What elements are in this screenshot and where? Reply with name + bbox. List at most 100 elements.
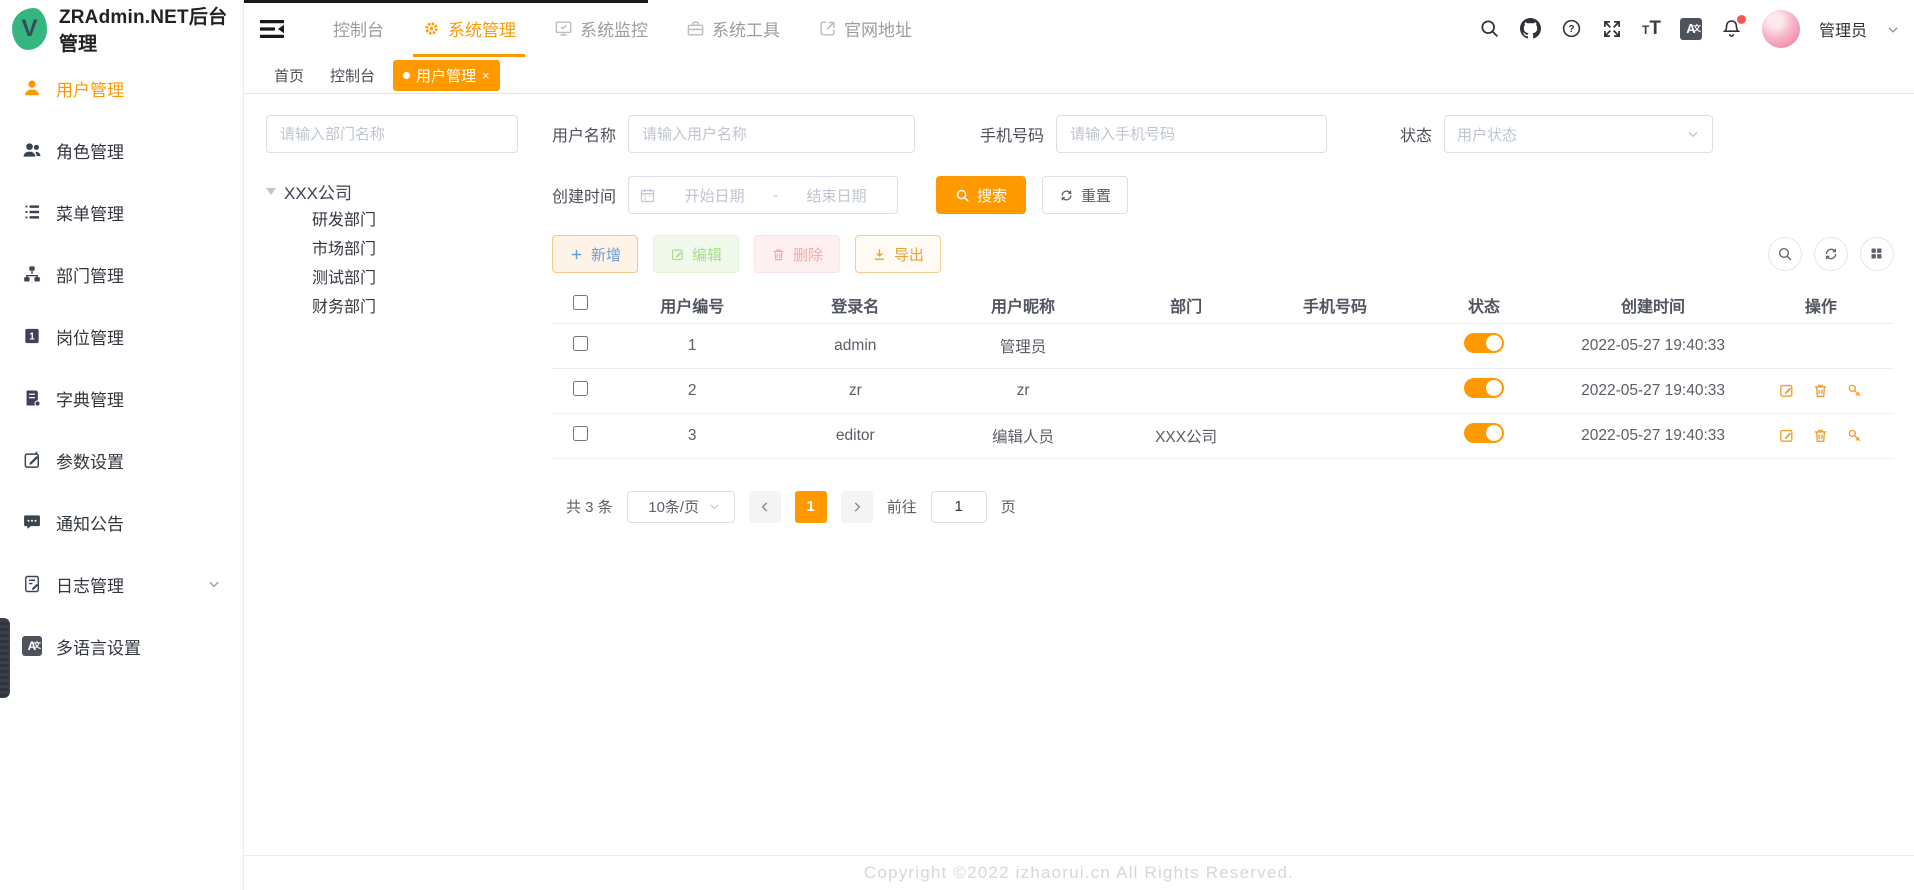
notification-badge — [1737, 15, 1746, 24]
tree-node-dept[interactable]: 研发部门 — [312, 206, 552, 235]
row-checkbox[interactable] — [573, 381, 588, 396]
sidebar-item-menus[interactable]: 菜单管理 — [0, 181, 243, 243]
status-toggle[interactable] — [1464, 333, 1504, 353]
tree-node-dept[interactable]: 财务部门 — [312, 293, 552, 322]
sidebar-item-label: 参数设置 — [56, 448, 124, 473]
goto-label: 前往 — [887, 496, 917, 517]
trash-icon — [771, 247, 786, 262]
select-all-checkbox[interactable] — [573, 295, 588, 310]
reset-button[interactable]: 重置 — [1042, 176, 1128, 214]
top-navbar: 控制台 系统管理 系统监控 — [244, 0, 1914, 57]
download-icon — [872, 247, 887, 262]
tab-label: 首页 — [274, 65, 304, 86]
row-reset-password-icon[interactable] — [1846, 427, 1863, 444]
translate-icon[interactable]: A文 — [1680, 18, 1702, 40]
phone-label: 手机号码 — [980, 122, 1044, 146]
add-button[interactable]: 新增 — [552, 235, 638, 273]
tree-node-dept[interactable]: 测试部门 — [312, 264, 552, 293]
user-avatar[interactable] — [1762, 10, 1800, 48]
department-tree-panel: XXX公司 研发部门 市场部门 测试部门 财务部门 — [266, 115, 552, 890]
nav-item-console[interactable]: 控制台 — [314, 0, 403, 57]
next-page-button[interactable] — [841, 491, 873, 523]
row-delete-icon[interactable] — [1812, 427, 1829, 444]
row-checkbox[interactable] — [573, 426, 588, 441]
toggle-search-button[interactable] — [1768, 237, 1802, 271]
nav-item-system-management[interactable]: 系统管理 — [403, 0, 535, 57]
search-button[interactable]: 搜索 — [936, 176, 1026, 214]
page-size-select[interactable]: 10条/页 — [627, 491, 735, 523]
tab-user-management[interactable]: 用户管理 × — [393, 60, 500, 91]
sidebar-item-posts[interactable]: 1 岗位管理 — [0, 305, 243, 367]
username-input[interactable] — [628, 115, 915, 153]
search-icon[interactable] — [1478, 18, 1500, 40]
table-header-row: 用户编号 登录名 用户昵称 部门 手机号码 状态 创建时间 操作 — [552, 287, 1894, 323]
sidebar-item-users[interactable]: 用户管理 — [0, 57, 243, 119]
sidebar-item-languages[interactable]: A文 多语言设置 — [0, 615, 243, 677]
status-toggle[interactable] — [1464, 423, 1504, 443]
department-tree: XXX公司 研发部门 市场部门 测试部门 财务部门 — [266, 176, 552, 322]
prev-page-button[interactable] — [749, 491, 781, 523]
col-header: 用户编号 — [608, 287, 776, 323]
tab-home[interactable]: 首页 — [266, 60, 312, 91]
notification-bell-icon[interactable] — [1721, 18, 1743, 40]
phone-input[interactable] — [1056, 115, 1327, 153]
cell-created: 2022-05-27 19:40:33 — [1558, 323, 1747, 368]
status-select[interactable]: 用户状态 — [1444, 115, 1713, 153]
filter-row-2: 创建时间 开始日期 - 结束日期 搜索 — [552, 176, 1894, 214]
user-table-panel: 用户名称 手机号码 状态 用户状态 创建时间 — [552, 115, 1894, 890]
row-checkbox[interactable] — [573, 336, 588, 351]
theme-drawer-handle[interactable] — [0, 618, 10, 698]
date-range-picker[interactable]: 开始日期 - 结束日期 — [628, 176, 898, 214]
add-button-label: 新增 — [591, 244, 621, 265]
column-settings-button[interactable] — [1860, 237, 1894, 271]
font-size-icon[interactable]: TT — [1642, 19, 1661, 38]
sidebar-item-logs[interactable]: 日志管理 — [0, 553, 243, 615]
sidebar-item-roles[interactable]: 角色管理 — [0, 119, 243, 181]
nav-item-system-tools[interactable]: 系统工具 — [667, 0, 799, 57]
sidebar-item-notices[interactable]: 通知公告 — [0, 491, 243, 553]
sidebar-collapse-icon[interactable] — [260, 18, 286, 40]
tree-expand-caret-icon[interactable] — [266, 188, 276, 195]
user-menu-chevron-icon[interactable] — [1886, 22, 1900, 36]
active-tab-dot — [403, 72, 410, 79]
sidebar-item-parameters[interactable]: 参数设置 — [0, 429, 243, 491]
row-edit-icon[interactable] — [1778, 382, 1795, 399]
cell-created: 2022-05-27 19:40:33 — [1558, 413, 1747, 458]
cell-login: editor — [776, 413, 934, 458]
tab-console[interactable]: 控制台 — [322, 60, 383, 91]
gear-icon — [422, 19, 441, 38]
search-icon — [1777, 246, 1793, 262]
dept-search-input[interactable] — [266, 115, 518, 153]
table-row: 1 admin 管理员 2022-05-27 19:40:33 — [552, 323, 1894, 368]
sidebar-item-dictionary[interactable]: 字典管理 — [0, 367, 243, 429]
row-edit-icon[interactable] — [1778, 427, 1795, 444]
export-button[interactable]: 导出 — [855, 235, 941, 273]
col-header: 用户昵称 — [934, 287, 1111, 323]
nav-item-official-site[interactable]: 官网地址 — [799, 0, 931, 57]
post-badge-icon: 1 — [22, 326, 42, 346]
github-icon[interactable] — [1519, 18, 1541, 40]
cell-phone — [1261, 413, 1410, 458]
current-page-button[interactable]: 1 — [795, 491, 827, 523]
sidebar-item-label: 部门管理 — [56, 262, 124, 287]
row-delete-icon[interactable] — [1812, 382, 1829, 399]
logo-row[interactable]: V ZRAdmin.NET后台管理 — [0, 0, 243, 57]
help-icon[interactable]: ? — [1560, 18, 1582, 40]
cell-user-id: 1 — [608, 323, 776, 368]
main-area: 控制台 系统管理 系统监控 — [244, 0, 1914, 890]
row-reset-password-icon[interactable] — [1846, 382, 1863, 399]
status-toggle[interactable] — [1464, 378, 1504, 398]
org-tree-icon — [22, 264, 42, 284]
goto-page-input[interactable] — [931, 491, 987, 523]
edit-button[interactable]: 编辑 — [653, 235, 739, 273]
sidebar-item-departments[interactable]: 部门管理 — [0, 243, 243, 305]
copyright-text: Copyright ©2022 izhaorui.cn All Rights R… — [864, 863, 1294, 883]
close-icon[interactable]: × — [482, 68, 490, 83]
fullscreen-icon[interactable] — [1601, 18, 1623, 40]
tree-node-company[interactable]: XXX公司 — [266, 176, 552, 206]
refresh-table-button[interactable] — [1814, 237, 1848, 271]
tree-node-dept[interactable]: 市场部门 — [312, 235, 552, 264]
svg-text:?: ? — [1568, 24, 1574, 35]
nav-item-system-monitor[interactable]: 系统监控 — [535, 0, 667, 57]
delete-button[interactable]: 删除 — [754, 235, 840, 273]
